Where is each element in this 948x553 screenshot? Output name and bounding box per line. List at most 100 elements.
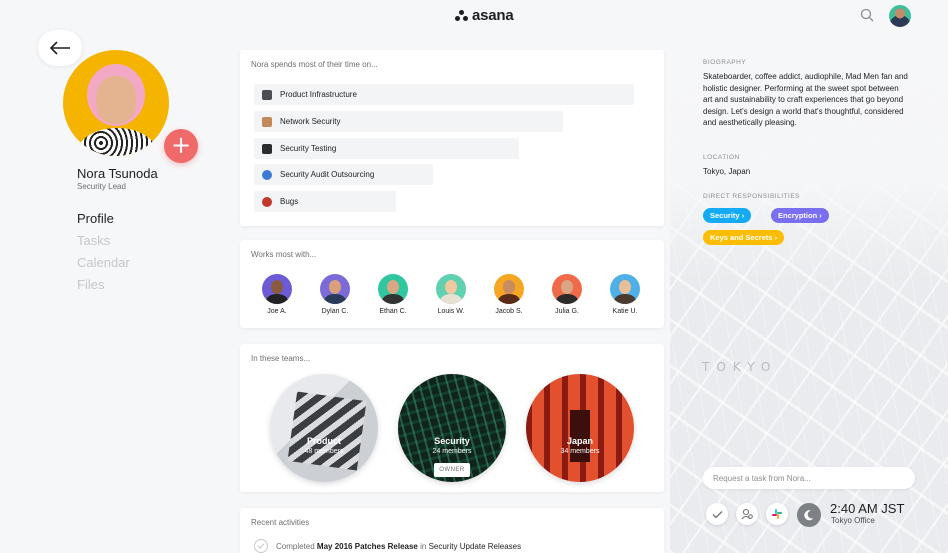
check-button[interactable] (706, 503, 728, 525)
time-item-security-testing[interactable]: Security Testing (254, 138, 519, 159)
avatar (378, 274, 408, 304)
coworker-name: Louis W. (437, 308, 465, 315)
biography-label: BIOGRAPHY (703, 59, 747, 66)
avatar (552, 274, 582, 304)
biography-text: Skateboarder, coffee addict, audiophile,… (703, 72, 908, 127)
local-time: 2:40 AM JST (830, 501, 905, 516)
office-location: Tokyo Office (831, 516, 875, 525)
person-icon (741, 508, 753, 520)
team-product[interactable]: Product 48 members (270, 374, 378, 482)
coworker-julia[interactable]: Julia G. (542, 274, 592, 315)
nav-item-tasks[interactable]: Tasks (77, 232, 130, 254)
coworker-name: Jacob S. (495, 308, 523, 315)
globe-icon (262, 169, 272, 180)
card-title: Recent activities (251, 518, 310, 527)
asana-logo[interactable]: asana (455, 7, 514, 24)
back-button[interactable] (38, 30, 82, 66)
team-name: Japan (566, 436, 593, 446)
activity-prefix: Completed (276, 541, 315, 551)
request-task-input[interactable] (703, 467, 915, 489)
owner-badge: OWNER (434, 463, 470, 477)
pill-encryption[interactable]: Encryption › (771, 208, 829, 223)
assign-button[interactable] (736, 503, 758, 525)
add-button[interactable]: + (164, 129, 198, 163)
user-avatar[interactable] (889, 5, 911, 27)
activity-project-link[interactable]: Security Update Releases (429, 542, 522, 551)
time-item-label: Security Audit Outsourcing (280, 170, 375, 179)
pill-keys-and-secrets[interactable]: Keys and Secrets › (703, 230, 785, 245)
coworker-joe[interactable]: Joe A. (252, 274, 302, 315)
checkmark-icon (712, 510, 722, 518)
pill-security[interactable]: Security › (703, 208, 752, 223)
time-item-label: Network Security (280, 117, 341, 126)
arrow-left-icon (49, 41, 70, 55)
profile-role: Security Lead (77, 182, 126, 191)
card-title: Works most with... (251, 250, 317, 259)
coworker-jacob[interactable]: Jacob S. (484, 274, 534, 315)
location-text: Tokyo, Japan (703, 167, 751, 176)
spy-icon (262, 143, 272, 154)
time-item-label: Security Testing (280, 144, 337, 153)
coworker-louis[interactable]: Louis W. (426, 274, 476, 315)
time-item-product-infrastructure[interactable]: Product Infrastructure (254, 84, 634, 105)
nav-item-calendar[interactable]: Calendar (77, 254, 130, 276)
avatar (262, 274, 292, 304)
chevron-right-icon: › (819, 211, 822, 220)
slack-button[interactable] (766, 503, 788, 525)
chevron-right-icon: › (741, 211, 745, 220)
time-item-security-audit[interactable]: Security Audit Outsourcing (254, 164, 433, 185)
avatar (320, 274, 350, 304)
time-item-bugs[interactable]: Bugs (254, 191, 396, 212)
slack-icon (772, 509, 782, 519)
recent-activities-card: Recent activities Completed May 2016 Pat… (240, 508, 664, 553)
pill-label: Keys and Secrets (710, 233, 773, 242)
card-title: Nora spends most of their time on... (251, 60, 378, 69)
team-japan[interactable]: Japan 34 members (526, 374, 634, 482)
pill-label: Security (710, 211, 740, 220)
coworker-name: Dylan C. (321, 308, 349, 315)
checkmark-icon[interactable] (254, 539, 268, 553)
avatar (436, 274, 466, 304)
profile-nav: Profile Tasks Calendar Files (77, 210, 130, 298)
lock-icon (262, 116, 272, 127)
nav-item-files[interactable]: Files (77, 276, 130, 298)
nav-item-profile[interactable]: Profile (77, 210, 130, 232)
search-icon[interactable] (860, 8, 874, 22)
time-spent-card: Nora spends most of their time on... Pro… (240, 50, 664, 226)
activity-item: Completed May 2016 Patches Release in Se… (254, 539, 521, 553)
pill-label: Encryption (778, 211, 818, 220)
server-icon (262, 89, 272, 100)
profile-photo (63, 50, 169, 156)
time-item-network-security[interactable]: Network Security (254, 111, 563, 132)
time-item-label: Bugs (280, 197, 299, 206)
team-member-count: 24 members (432, 448, 472, 455)
coworker-name: Julia G. (555, 308, 579, 315)
profile-name: Nora Tsunoda (77, 166, 158, 181)
works-with-card: Works most with... Joe A. Dylan C. Ethan… (240, 240, 664, 328)
top-bar: asana (0, 0, 948, 32)
team-member-count: 34 members (560, 448, 600, 455)
coworker-dylan[interactable]: Dylan C. (310, 274, 360, 315)
activity-task-link[interactable]: May 2016 Patches Release (317, 542, 418, 551)
coworker-name: Ethan C. (379, 308, 407, 315)
team-cover-art (287, 391, 367, 471)
map-city-label: TOKYO (702, 360, 778, 374)
coworker-name: Joe A. (267, 308, 287, 315)
coworker-name: Katie U. (612, 308, 638, 315)
bug-icon (262, 196, 272, 207)
avatar (610, 274, 640, 304)
card-title: In these teams... (251, 354, 311, 363)
coworker-katie[interactable]: Katie U. (600, 274, 650, 315)
asana-logo-icon (455, 10, 468, 21)
activity-text: Completed May 2016 Patches Release in Se… (276, 542, 521, 551)
responsibilities-label: DIRECT RESPONSIBILITIES (703, 193, 800, 200)
activity-connector: in (420, 541, 427, 551)
coworker-ethan[interactable]: Ethan C. (368, 274, 418, 315)
team-member-count: 48 members (304, 448, 344, 455)
team-name: Product (306, 436, 341, 446)
avatar (494, 274, 524, 304)
logo-text: asana (472, 7, 514, 24)
team-name: Security (434, 436, 470, 446)
chevron-right-icon: › (774, 233, 778, 242)
location-label: LOCATION (703, 154, 740, 161)
